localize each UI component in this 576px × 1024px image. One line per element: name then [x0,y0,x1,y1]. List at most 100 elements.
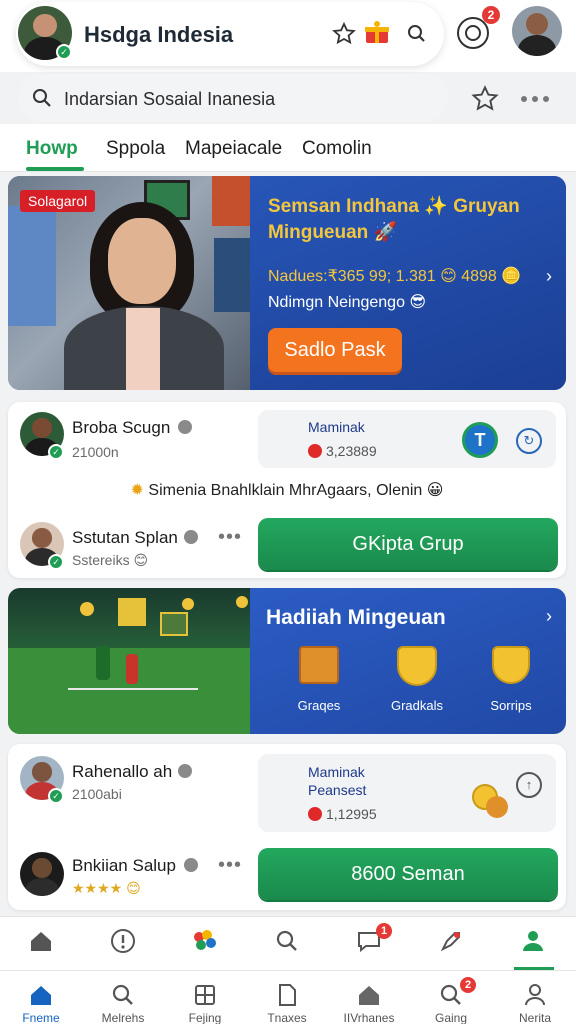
search-icon [112,984,133,1005]
tab-sppola[interactable]: Sppola [106,138,165,160]
gift-box-icon [299,646,339,684]
nav-messages[interactable]: Melrehs [82,971,164,1024]
profile-icon[interactable] [492,917,574,971]
reward-item[interactable]: Graqes [274,646,364,713]
refresh-icon[interactable]: ↻ [516,428,542,454]
home-icon [31,986,51,1005]
banner-content: Semsan Indhana ✨ Gruyan Mingueuan 🚀 Nadu… [250,176,566,390]
verified-badge-icon: ✓ [48,554,64,570]
grid-icon [195,985,215,1005]
nav-label: IIVrhanes [343,1011,395,1024]
user-name[interactable]: Broba Scugn [72,418,170,438]
info-box: Maminak Peansest 1,12995 ↑ [258,754,556,832]
tab-howp[interactable]: Howp [26,138,78,160]
info-value: 3,23889 [326,443,377,459]
more-options-icon[interactable]: ••• [218,526,242,549]
user-avatar[interactable] [20,852,64,896]
reward-label: Gradkals [390,698,444,713]
nav-label: Fejing [188,1011,222,1024]
quick-nav: 1 [0,916,576,970]
nav-label: Fneme [22,1011,60,1024]
gift-icon[interactable] [362,18,392,48]
nav-shop[interactable]: IIVrhanes [328,971,410,1024]
favorite-star-icon[interactable] [470,84,500,114]
info-label: Maminak [308,764,365,780]
app-title: Hsdga Indesia [84,22,234,47]
feed-card: ✓ Broba Scugn 21000n Maminak 3,23889 T ↻… [8,402,566,578]
trophy-icon [397,646,437,686]
sparkle-icon: ✹ [130,482,144,499]
rewards-banner[interactable]: Hadiiah Mingeuan › Graqes Gradkals Sorri… [8,588,566,734]
more-options-icon[interactable] [518,88,552,110]
reward-label: Sorrips [490,698,532,713]
search-input[interactable]: Indarsian Sosaial Inanesia [18,74,448,122]
notification-badge: 2 [482,6,500,24]
tab-mapeiacale[interactable]: Mapeiacale [185,138,282,160]
nav-profile[interactable]: Nerita [494,971,576,1024]
search-value: Indarsian Sosaial Inanesia [64,89,276,109]
nav-feed[interactable]: Fejing [164,971,246,1024]
nav-tasks[interactable]: Tnaxes [246,971,328,1024]
chevron-right-icon[interactable]: › [546,266,552,287]
apps-icon[interactable] [164,917,246,971]
rewards-content: Hadiiah Mingeuan › Graqes Gradkals Sorri… [250,588,566,734]
bottom-nav: Fneme Melrehs Fejing Tnaxes IIVrhanes 2 … [0,970,576,1024]
search-icon [33,89,51,107]
profile-pill[interactable]: ✓ Hsdga Indesia [16,2,444,66]
user-meta: 2100abi [72,786,122,802]
user-name[interactable]: Sstutan Splan [72,528,178,548]
person-face [108,218,176,304]
star-add-icon[interactable] [332,22,356,46]
reward-item[interactable]: Gradkals [372,646,462,713]
home-icon[interactable] [0,917,82,971]
verified-badge-icon: ✓ [56,44,72,60]
chat-icon[interactable]: 1 [328,917,410,971]
search-icon[interactable] [246,917,328,971]
active-tab-indicator [26,167,84,171]
lock-icon [184,530,198,544]
banner-stats: Nadues:₹365 99; 1.381 😊 4898 🪙 [268,268,522,285]
banner-photo: Solagarol [8,176,250,390]
feed-card: ✓ Rahenallo ah 2100abi Maminak Peansest … [8,744,566,910]
tomato-icon [308,444,322,458]
user-meta: 21000n [72,444,119,460]
join-button[interactable]: 8600 Seman [258,848,558,900]
user-name[interactable]: Rahenallo ah [72,762,172,782]
tab-bar: Howp Sppola Mapeiacale Comolin [0,124,576,172]
alert-icon[interactable] [82,917,164,971]
person-icon [525,984,545,1006]
banner-title: Semsan Indhana ✨ Gruyan Mingueuan 🚀 [268,196,520,243]
top-bar: ✓ Hsdga Indesia 2 [0,0,576,72]
coin-logo-icon[interactable]: T [462,422,498,458]
lock-icon [178,764,192,778]
nav-home[interactable]: Fneme [0,971,82,1024]
reward-item[interactable]: Sorrips [466,646,556,713]
banner-subtitle: Ndimgn Neingengo 😎 [268,294,427,311]
more-options-icon[interactable]: ••• [218,854,242,877]
join-group-button[interactable]: GKipta Grup [258,518,558,570]
gaming-badge: 2 [460,977,476,993]
person-icon[interactable] [404,22,428,46]
info-value: 1,12995 [326,806,377,822]
info-label: Maminak [308,419,365,435]
rocket-icon[interactable] [410,917,492,971]
promo-banner[interactable]: Solagarol Semsan Indhana ✨ Gruyan Mingue… [8,176,566,390]
lock-icon [178,420,192,434]
user-name[interactable]: Bnkiian Salup [72,856,176,876]
tomato-icon [308,807,322,821]
tab-comolin[interactable]: Comolin [302,138,372,160]
chevron-right-icon[interactable]: › [546,606,552,627]
upload-icon[interactable]: ↑ [516,772,542,798]
nav-gaming[interactable]: 2 Gaing [410,971,492,1024]
nav-label: Nerita [518,1011,551,1024]
announcement-label: Simenia Bnahlklain MhrAgaars, Olenin 😀 [148,482,444,499]
user-rating: ★★★★ 😊 [72,880,141,896]
banner-cta-button[interactable]: Sadlo Pask [268,328,402,372]
document-icon [279,984,296,1006]
messages-badge: 1 [376,923,392,939]
coins-icon [486,796,508,818]
lock-icon [184,858,198,872]
announcement-text: ✹ Simenia Bnahlklain MhrAgaars, Olenin 😀 [8,480,566,500]
account-avatar[interactable] [512,6,562,56]
info-label-secondary: Peansest [308,782,367,798]
